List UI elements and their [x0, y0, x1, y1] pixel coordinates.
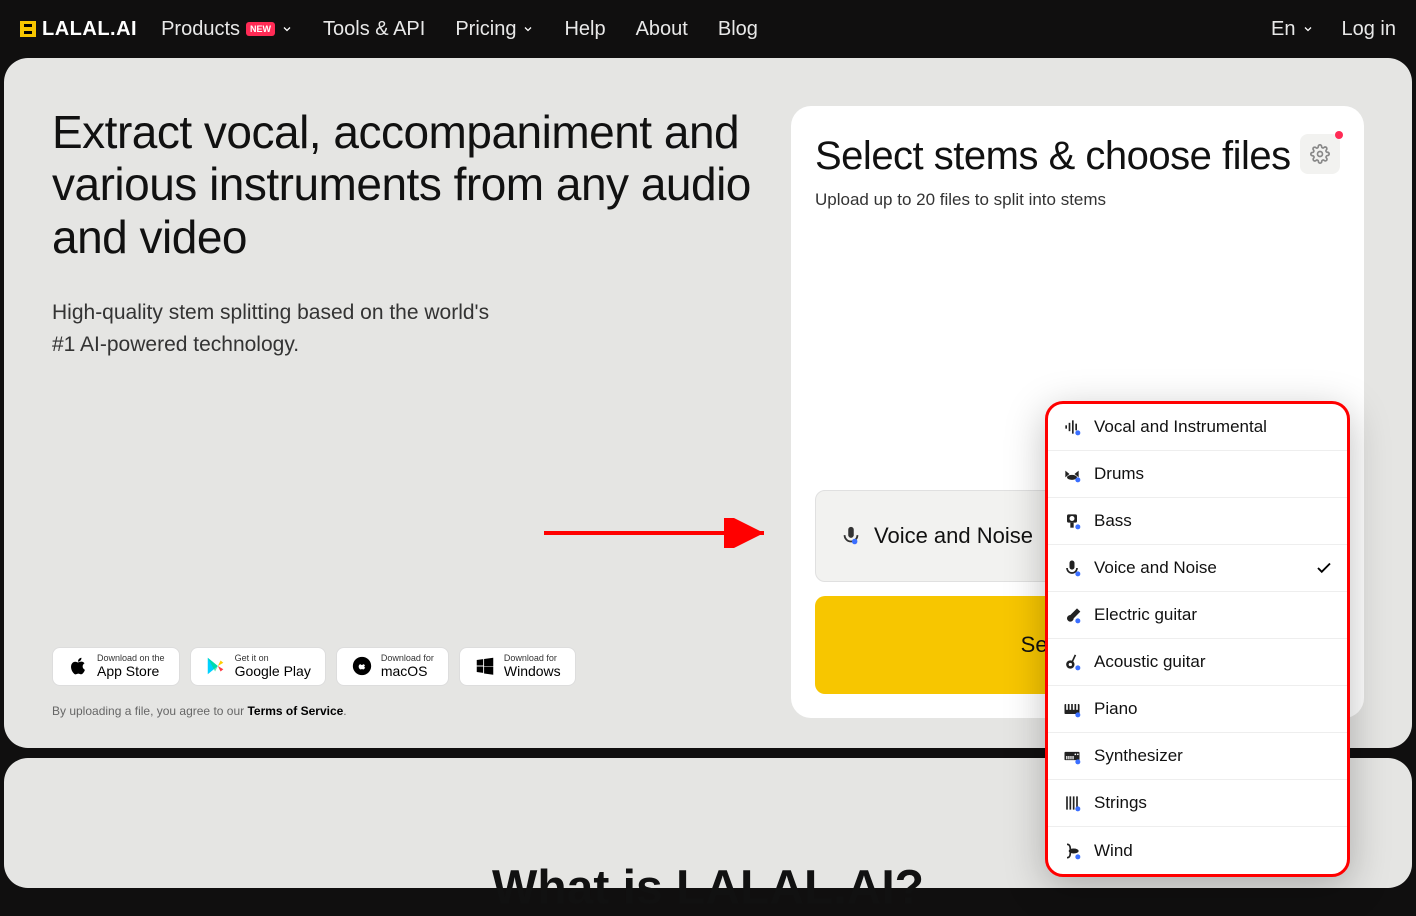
- dropdown-item-aguitar[interactable]: Acoustic guitar: [1048, 639, 1347, 686]
- login-label: Log in: [1342, 18, 1397, 41]
- dropdown-item-drums[interactable]: Drums: [1048, 451, 1347, 498]
- upload-panel: Select stems & choose files Upload up to…: [791, 106, 1364, 718]
- dropdown-label: Voice and Noise: [1094, 558, 1217, 578]
- vocals-icon: [1062, 417, 1082, 437]
- nav-label: Blog: [718, 18, 758, 41]
- hero-subtitle: High-quality stem splitting based on the…: [52, 297, 512, 360]
- dropdown-item-vocals[interactable]: Vocal and Instrumental: [1048, 404, 1347, 451]
- login-link[interactable]: Log in: [1342, 18, 1397, 41]
- chevron-down-icon: [1302, 23, 1314, 35]
- dropdown-item-strings[interactable]: Strings: [1048, 780, 1347, 827]
- wind-icon: [1062, 841, 1082, 861]
- settings-button[interactable]: [1300, 134, 1340, 174]
- dl-bottom: Google Play: [235, 664, 311, 679]
- dropdown-label: Bass: [1094, 511, 1132, 531]
- download-buttons: Download on theApp Store Get it onGoogle …: [52, 647, 751, 686]
- apple-icon: [67, 655, 89, 677]
- dropdown-item-voice[interactable]: Voice and Noise: [1048, 545, 1347, 592]
- windows-icon: [474, 655, 496, 677]
- strings-icon: [1062, 793, 1082, 813]
- top-navbar: LALAL.AI Products NEW Tools & API Pricin…: [0, 0, 1416, 58]
- nav-label: About: [636, 18, 688, 41]
- nav-label: Products: [161, 18, 240, 41]
- chevron-down-icon: [522, 23, 534, 35]
- download-macos[interactable]: Download formacOS: [336, 647, 449, 686]
- dropdown-item-wind[interactable]: Wind: [1048, 827, 1347, 874]
- dropdown-label: Vocal and Instrumental: [1094, 417, 1267, 437]
- panel-title: Select stems & choose files: [815, 134, 1291, 178]
- voice-icon: [1062, 558, 1082, 578]
- nav-pricing[interactable]: Pricing: [455, 18, 534, 41]
- dropdown-label: Wind: [1094, 841, 1133, 861]
- nav-label: Tools & API: [323, 18, 425, 41]
- check-icon: [1315, 559, 1333, 577]
- nav-products[interactable]: Products NEW: [161, 18, 293, 41]
- hero-title: Extract vocal, accompaniment and various…: [52, 106, 751, 263]
- hero-column: Extract vocal, accompaniment and various…: [52, 106, 791, 718]
- logo-icon: [20, 21, 36, 37]
- dl-bottom: App Store: [97, 664, 165, 679]
- dropdown-label: Drums: [1094, 464, 1144, 484]
- gear-icon: [1310, 144, 1330, 164]
- notification-dot: [1335, 131, 1343, 139]
- panel-subtitle: Upload up to 20 files to split into stem…: [815, 190, 1340, 210]
- bass-icon: [1062, 511, 1082, 531]
- terms-link[interactable]: Terms of Service: [247, 704, 343, 718]
- nav-label: Pricing: [455, 18, 516, 41]
- main-card: Extract vocal, accompaniment and various…: [4, 58, 1412, 748]
- annotation-arrow: [544, 518, 784, 548]
- nav-about[interactable]: About: [636, 18, 688, 41]
- dropdown-label: Electric guitar: [1094, 605, 1197, 625]
- nav-help[interactable]: Help: [564, 18, 605, 41]
- logo[interactable]: LALAL.AI: [20, 18, 137, 41]
- dropdown-label: Acoustic guitar: [1094, 652, 1206, 672]
- dl-bottom: Windows: [504, 664, 561, 679]
- drums-icon: [1062, 464, 1082, 484]
- lang-label: En: [1271, 18, 1295, 41]
- download-play[interactable]: Get it onGoogle Play: [190, 647, 326, 686]
- logo-text: LALAL.AI: [42, 18, 137, 41]
- mic-icon: [840, 525, 862, 547]
- nav-links: Products NEW Tools & API Pricing Help Ab…: [161, 18, 1271, 41]
- terms-prefix: By uploading a file, you agree to our: [52, 704, 247, 718]
- dropdown-item-piano[interactable]: Piano: [1048, 686, 1347, 733]
- aguitar-icon: [1062, 652, 1082, 672]
- nav-label: Help: [564, 18, 605, 41]
- synth-icon: [1062, 746, 1082, 766]
- download-windows[interactable]: Download forWindows: [459, 647, 576, 686]
- dropdown-item-bass[interactable]: Bass: [1048, 498, 1347, 545]
- eguitar-icon: [1062, 605, 1082, 625]
- dropdown-item-eguitar[interactable]: Electric guitar: [1048, 592, 1347, 639]
- panel-header: Select stems & choose files: [815, 134, 1340, 178]
- nav-tools[interactable]: Tools & API: [323, 18, 425, 41]
- piano-icon: [1062, 699, 1082, 719]
- new-badge: NEW: [246, 22, 275, 36]
- nav-blog[interactable]: Blog: [718, 18, 758, 41]
- dl-bottom: macOS: [381, 664, 434, 679]
- dropdown-item-synth[interactable]: Synthesizer: [1048, 733, 1347, 780]
- dropdown-label: Synthesizer: [1094, 746, 1183, 766]
- dropdown-label: Strings: [1094, 793, 1147, 813]
- download-apple[interactable]: Download on theApp Store: [52, 647, 180, 686]
- stem-selector-label: Voice and Noise: [874, 523, 1033, 549]
- stem-dropdown: Vocal and Instrumental Drums Bass Voice and…: [1045, 401, 1350, 877]
- language-selector[interactable]: En: [1271, 18, 1313, 41]
- chevron-down-icon: [281, 23, 293, 35]
- play-icon: [205, 655, 227, 677]
- next-section-title: What is LALAL.AI?: [492, 861, 924, 916]
- nav-right: En Log in: [1271, 18, 1396, 41]
- macos-icon: [351, 655, 373, 677]
- terms-suffix: .: [343, 704, 346, 718]
- dropdown-label: Piano: [1094, 699, 1137, 719]
- terms-text: By uploading a file, you agree to our Te…: [52, 704, 751, 718]
